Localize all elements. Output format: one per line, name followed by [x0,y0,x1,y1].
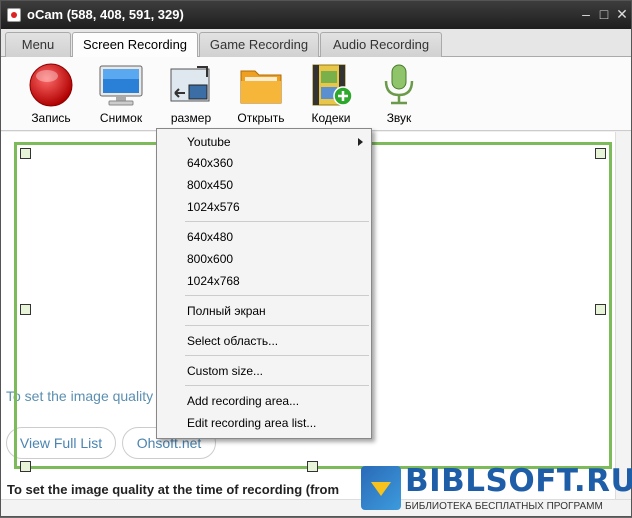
menu-item-640x360[interactable]: 640x360 [157,152,371,174]
menu-item-1024x768[interactable]: 1024x768 [157,270,371,292]
menu-item-custom-size[interactable]: Custom size... [157,360,371,382]
screenshot-label: Снимок [99,111,143,125]
minimize-button[interactable]: – [577,5,595,23]
menu-item-1024x576[interactable]: 1024x576 [157,196,371,218]
menu-item-800x450[interactable]: 800x450 [157,174,371,196]
monitor-icon [99,65,143,106]
film-plus-icon [312,64,353,106]
menu-item-800x600[interactable]: 800x600 [157,248,371,270]
toolbar: Запись Снимок размер Открыть Кодеки Звук [1,57,631,131]
tab-bar: Menu Screen Recording Game Recording Aud… [1,29,631,59]
tab-menu[interactable]: Menu [5,32,71,58]
resize-handle-bottom-left[interactable] [20,461,31,472]
menu-separator [185,295,369,296]
resize-handle-left[interactable] [20,304,31,315]
resize-icon [170,66,210,102]
menu-item-fullscreen[interactable]: Полный экран [157,300,371,322]
menu-separator [185,355,369,356]
tab-audio-recording[interactable]: Audio Recording [320,32,442,58]
record-button[interactable]: Запись [19,61,83,127]
maximize-button[interactable]: □ [595,5,613,23]
menu-item-add-recording-area[interactable]: Add recording area... [157,390,371,412]
submenu-arrow-icon [358,138,363,146]
title-bar[interactable]: oCam (588, 408, 591, 329) – □ ✕ [1,1,631,29]
watermark-title: BIBLSOFT.RU [405,463,632,499]
sound-button[interactable]: Звук [367,61,431,127]
menu-separator [185,385,369,386]
download-logo-icon [361,466,401,510]
resize-handle-top-right[interactable] [595,148,606,159]
size-dropdown-menu: Youtube 640x360 800x450 1024x576 640x480… [156,128,372,439]
bottom-hint-text: To set the image quality at the time of … [7,482,340,497]
menu-item-edit-recording-area-list[interactable]: Edit recording area list... [157,412,371,434]
resize-label: размер [170,111,212,125]
screenshot-button[interactable]: Снимок [89,61,153,127]
menu-item-youtube[interactable]: Youtube [157,131,371,153]
menu-item-select-area[interactable]: Select область... [157,330,371,352]
menu-item-640x480[interactable]: 640x480 [157,226,371,248]
codecs-label: Кодеки [311,111,351,125]
sound-label: Звук [386,111,412,125]
resize-handle-top-left[interactable] [20,148,31,159]
close-button[interactable]: ✕ [613,5,631,23]
folder-icon [240,70,282,104]
microphone-icon [384,64,414,105]
ocam-window: oCam (588, 408, 591, 329) – □ ✕ Menu Scr… [0,0,632,517]
record-label: Запись [31,111,71,125]
app-icon [7,8,21,22]
watermark: BIBLSOFT.RU БИБЛИОТЕКА БЕСПЛАТНЫХ ПРОГРА… [359,463,632,518]
tab-screen-recording[interactable]: Screen Recording [72,32,198,59]
open-button[interactable]: Открыть [229,61,293,127]
codecs-button[interactable]: Кодеки [299,61,363,127]
resize-handle-bottom[interactable] [307,461,318,472]
open-label: Открыть [237,111,285,125]
menu-item-label: Youtube [187,135,231,149]
resize-handle-right[interactable] [595,304,606,315]
resize-button[interactable]: размер [159,61,223,127]
window-title: oCam (588, 408, 591, 329) [27,7,184,22]
watermark-subtitle: БИБЛИОТЕКА БЕСПЛАТНЫХ ПРОГРАММ [405,501,603,512]
record-icon [29,63,73,107]
menu-separator [185,221,369,222]
tab-game-recording[interactable]: Game Recording [199,32,319,58]
vertical-scrollbar[interactable] [615,132,631,499]
menu-separator [185,325,369,326]
